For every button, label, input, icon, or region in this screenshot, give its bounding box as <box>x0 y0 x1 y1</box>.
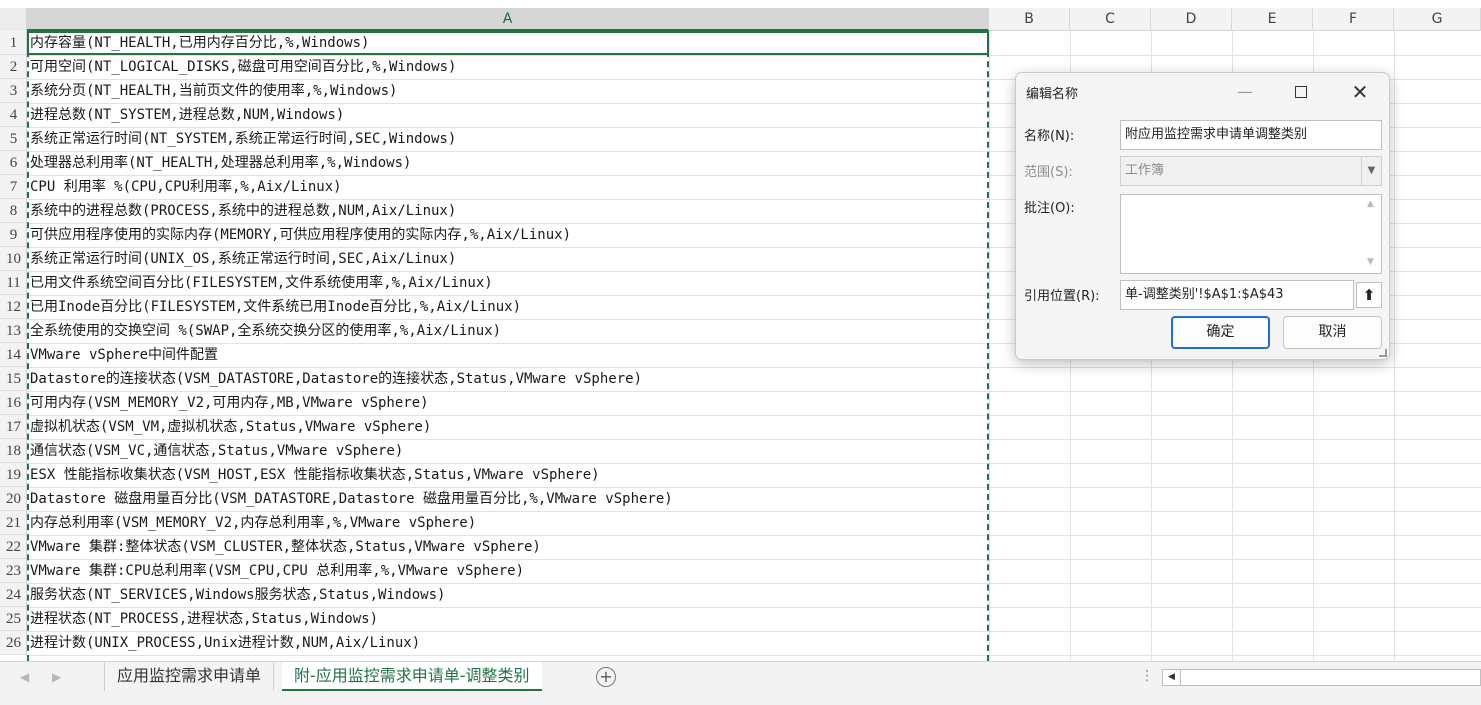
minimize-icon[interactable]: — <box>1228 79 1262 105</box>
dialog-title: 编辑名称 <box>1026 87 1079 102</box>
comment-label: 批注(O): <box>1024 201 1075 216</box>
sheet-tab-bar: ◀ ▶ 应用监控需求申请单 附-应用监控需求申请单-调整类别 + ⋮ ◀ <box>0 661 1481 693</box>
column-header-d[interactable]: D <box>1151 8 1232 31</box>
row-number[interactable]: 2 <box>0 55 26 79</box>
collapse-dialog-icon[interactable]: ⬆ <box>1356 282 1382 308</box>
column-gridline <box>989 31 990 661</box>
row-number[interactable]: 20 <box>0 487 26 511</box>
row-header-bar: 1 2 3 4 5 6 7 8 9 10 11 12 13 14 15 16 17 18 19 20 21 22 23 24 2… <box>0 31 27 655</box>
name-input[interactable]: 附应用监控需求申请单调整类别 <box>1120 120 1382 150</box>
column-header-f[interactable]: F <box>1313 8 1394 31</box>
horizontal-scrollbar[interactable]: ◀ <box>1162 669 1481 686</box>
row-number[interactable]: 1 <box>0 31 26 55</box>
scroll-left-icon[interactable]: ◀ <box>1163 670 1181 685</box>
maximize-icon[interactable] <box>1284 79 1318 105</box>
column-header-g[interactable]: G <box>1394 8 1481 31</box>
row-number[interactable]: 11 <box>0 271 26 295</box>
row-number[interactable]: 25 <box>0 607 26 631</box>
chevron-down-icon: ▼ <box>1361 157 1381 185</box>
tab-split-handle-icon[interactable]: ⋮ <box>1140 668 1154 684</box>
column-header-c[interactable]: C <box>1070 8 1151 31</box>
name-label: 名称(N): <box>1024 129 1075 144</box>
row-number[interactable]: 19 <box>0 463 26 487</box>
select-all-corner[interactable] <box>0 8 27 31</box>
row-number[interactable]: 6 <box>0 151 26 175</box>
scroll-up-icon[interactable]: ▲ <box>1367 199 1374 209</box>
scope-select: 工作簿 ▼ <box>1120 156 1382 186</box>
row-number[interactable]: 23 <box>0 559 26 583</box>
close-icon[interactable]: ✕ <box>1343 79 1377 105</box>
next-sheet-icon[interactable]: ▶ <box>52 670 61 684</box>
sheet-tab-adjust-category[interactable]: 附-应用监控需求申请单-调整类别 <box>282 662 542 691</box>
row-number[interactable]: 3 <box>0 79 26 103</box>
row-number[interactable]: 21 <box>0 511 26 535</box>
row-number[interactable]: 8 <box>0 199 26 223</box>
cancel-button[interactable]: 取消 <box>1283 316 1382 349</box>
row-number[interactable]: 13 <box>0 319 26 343</box>
active-cell-a1[interactable] <box>27 31 989 55</box>
row-number[interactable]: 16 <box>0 391 26 415</box>
column-header-a[interactable]: A <box>27 8 989 31</box>
row-number[interactable]: 18 <box>0 439 26 463</box>
column-gridline <box>1394 31 1395 661</box>
column-header-e[interactable]: E <box>1232 8 1313 31</box>
scope-value: 工作簿 <box>1125 163 1165 178</box>
scope-label: 范围(S): <box>1024 165 1073 180</box>
row-number[interactable]: 15 <box>0 367 26 391</box>
edit-name-dialog: 编辑名称 — ✕ 名称(N): 附应用监控需求申请单调整类别 范围(S): 工作… <box>1015 72 1390 360</box>
row-number[interactable]: 26 <box>0 631 26 655</box>
comment-scrollbar[interactable]: ▲ ▼ <box>1363 195 1381 273</box>
row-number[interactable]: 24 <box>0 583 26 607</box>
add-sheet-icon[interactable]: + <box>596 667 616 687</box>
reference-label: 引用位置(R): <box>1024 289 1100 304</box>
status-bar <box>0 693 1481 705</box>
copy-marquee <box>27 31 989 661</box>
sheet-tab-request-form[interactable]: 应用监控需求申请单 <box>104 662 275 691</box>
ok-button[interactable]: 确定 <box>1171 316 1270 349</box>
column-header-bar: A B C D E F G <box>0 8 1481 31</box>
row-number[interactable]: 9 <box>0 223 26 247</box>
prev-sheet-icon[interactable]: ◀ <box>20 670 29 684</box>
resize-grip-icon[interactable] <box>1379 349 1387 357</box>
row-number[interactable]: 14 <box>0 343 26 367</box>
row-number[interactable]: 17 <box>0 415 26 439</box>
scroll-down-icon[interactable]: ▼ <box>1367 257 1374 267</box>
row-number[interactable]: 22 <box>0 535 26 559</box>
reference-input[interactable]: 单-调整类别'!$A$1:$A$43 <box>1120 280 1354 310</box>
row-number[interactable]: 10 <box>0 247 26 271</box>
comment-textarea[interactable]: ▲ ▼ <box>1120 194 1382 274</box>
row-number[interactable]: 4 <box>0 103 26 127</box>
column-header-b[interactable]: B <box>989 8 1070 31</box>
row-number[interactable]: 7 <box>0 175 26 199</box>
row-number[interactable]: 12 <box>0 295 26 319</box>
row-number[interactable]: 5 <box>0 127 26 151</box>
